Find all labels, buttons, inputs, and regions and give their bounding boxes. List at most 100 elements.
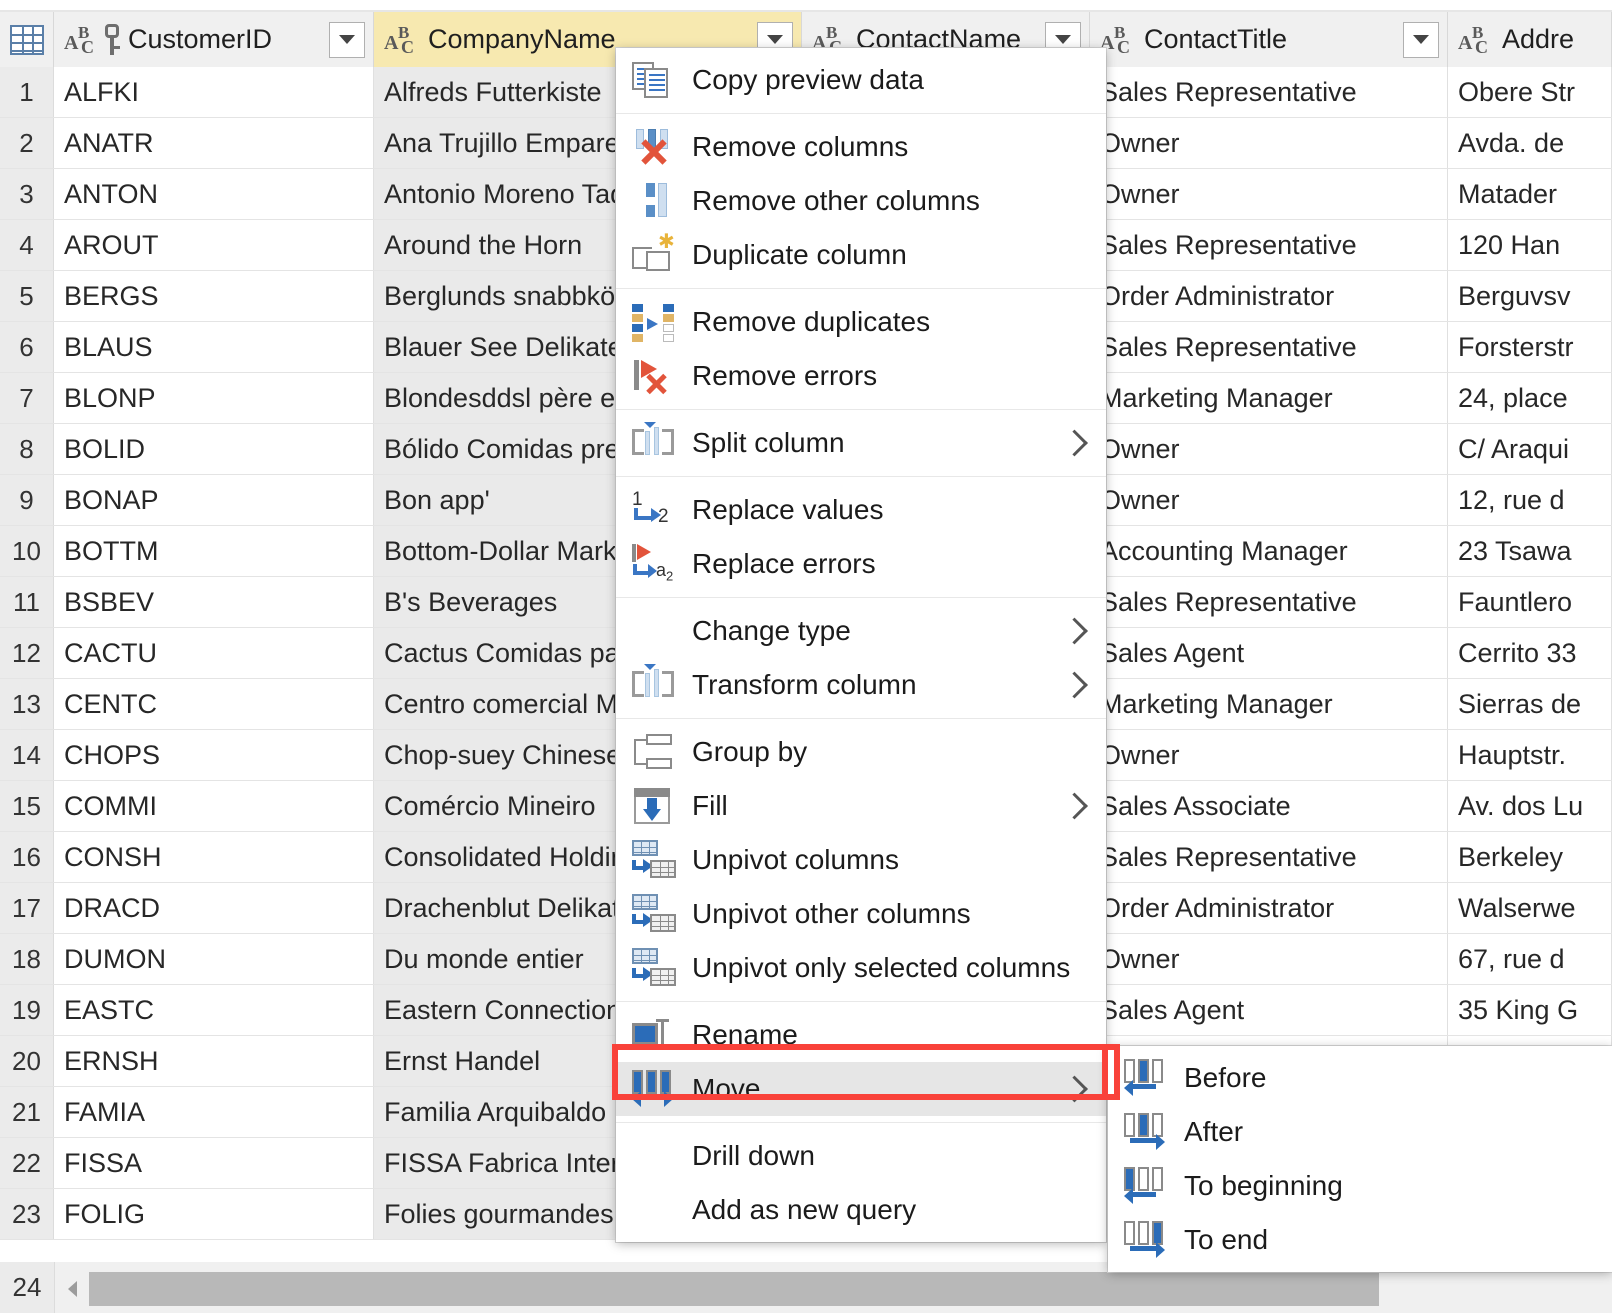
cell-contacttitle[interactable]: Owner [1090, 730, 1448, 780]
row-number[interactable]: 1 [0, 67, 54, 117]
menu-item-remove-duplicates[interactable]: Remove duplicates [616, 295, 1106, 349]
cell-customerid[interactable]: COMMI [54, 781, 374, 831]
cell-address[interactable]: Hauptstr. [1448, 730, 1612, 780]
cell-customerid[interactable]: ANTON [54, 169, 374, 219]
cell-customerid[interactable]: AROUT [54, 220, 374, 270]
row-number[interactable]: 19 [0, 985, 54, 1035]
column-context-menu[interactable]: Copy preview data Remove columns Remove ot… [616, 48, 1106, 1242]
row-number[interactable]: 13 [0, 679, 54, 729]
row-number[interactable]: 4 [0, 220, 54, 270]
menu-item-remove-columns[interactable]: Remove columns [616, 120, 1106, 174]
row-number[interactable]: 3 [0, 169, 54, 219]
cell-contacttitle[interactable]: Owner [1090, 424, 1448, 474]
menu-item-group-by[interactable]: Group by [616, 725, 1106, 779]
cell-customerid[interactable]: ERNSH [54, 1036, 374, 1086]
cell-address[interactable]: Forsterstr [1448, 322, 1612, 372]
cell-contacttitle[interactable]: Sales Agent [1090, 628, 1448, 678]
menu-item-move[interactable]: Move [616, 1062, 1106, 1116]
cell-address[interactable]: Matader [1448, 169, 1612, 219]
menu-item-rename[interactable]: Rename [616, 1008, 1106, 1062]
menu-item-add-as-new-query[interactable]: Add as new query [616, 1183, 1106, 1237]
cell-customerid[interactable]: BOTTM [54, 526, 374, 576]
cell-customerid[interactable]: BLAUS [54, 322, 374, 372]
menu-item-split-column[interactable]: Split column [616, 416, 1106, 470]
scroll-left-button[interactable] [55, 1272, 89, 1306]
cell-contacttitle[interactable]: Owner [1090, 118, 1448, 168]
cell-customerid[interactable]: FOLIG [54, 1189, 374, 1239]
cell-address[interactable]: Berguvsv [1448, 271, 1612, 321]
cell-address[interactable]: 35 King G [1448, 985, 1612, 1035]
cell-customerid[interactable]: ANATR [54, 118, 374, 168]
menu-item-transform-column[interactable]: Transform column [616, 658, 1106, 712]
cell-contacttitle[interactable]: Marketing Manager [1090, 679, 1448, 729]
menu-item-before[interactable]: Before [1108, 1051, 1612, 1105]
row-number[interactable]: 6 [0, 322, 54, 372]
cell-contacttitle[interactable]: Owner [1090, 934, 1448, 984]
row-number[interactable]: 7 [0, 373, 54, 423]
cell-contacttitle[interactable]: Sales Agent [1090, 985, 1448, 1035]
column-header-address[interactable]: ABC Addre [1448, 12, 1612, 67]
cell-contacttitle[interactable]: Owner [1090, 169, 1448, 219]
cell-customerid[interactable]: DUMON [54, 934, 374, 984]
cell-address[interactable]: C/ Araqui [1448, 424, 1612, 474]
menu-item-replace-errors[interactable]: a2 Replace errors [616, 537, 1106, 591]
cell-address[interactable]: Av. dos Lu [1448, 781, 1612, 831]
cell-customerid[interactable]: FAMIA [54, 1087, 374, 1137]
cell-customerid[interactable]: BOLID [54, 424, 374, 474]
cell-customerid[interactable]: FISSA [54, 1138, 374, 1188]
menu-item-after[interactable]: After [1108, 1105, 1612, 1159]
menu-item-drill-down[interactable]: Drill down [616, 1129, 1106, 1183]
menu-item-change-type[interactable]: Change type [616, 604, 1106, 658]
cell-customerid[interactable]: DRACD [54, 883, 374, 933]
menu-item-fill[interactable]: Fill [616, 779, 1106, 833]
cell-customerid[interactable]: ALFKI [54, 67, 374, 117]
cell-customerid[interactable]: BSBEV [54, 577, 374, 627]
menu-item-unpivot-only-selected-columns[interactable]: Unpivot only selected columns [616, 941, 1106, 995]
cell-contacttitle[interactable]: Sales Associate [1090, 781, 1448, 831]
cell-contacttitle[interactable]: Accounting Manager [1090, 526, 1448, 576]
cell-address[interactable]: 12, rue d [1448, 475, 1612, 525]
row-number[interactable]: 22 [0, 1138, 54, 1188]
row-number[interactable]: 21 [0, 1087, 54, 1137]
column-header-customerid[interactable]: ABC CustomerID [54, 12, 374, 67]
row-number[interactable]: 17 [0, 883, 54, 933]
cell-address[interactable]: 23 Tsawa [1448, 526, 1612, 576]
cell-address[interactable]: Cerrito 33 [1448, 628, 1612, 678]
cell-customerid[interactable]: BLONP [54, 373, 374, 423]
cell-contacttitle[interactable]: Owner [1090, 475, 1448, 525]
move-submenu[interactable]: Before After To beginning To end [1108, 1046, 1612, 1272]
row-number[interactable]: 18 [0, 934, 54, 984]
cell-address[interactable]: Berkeley [1448, 832, 1612, 882]
cell-address[interactable]: Avda. de [1448, 118, 1612, 168]
menu-item-duplicate-column[interactable]: ✱ Duplicate column [616, 228, 1106, 282]
filter-dropdown-customerid[interactable] [329, 21, 365, 58]
menu-item-unpivot-columns[interactable]: Unpivot columns [616, 833, 1106, 887]
cell-contacttitle[interactable]: Sales Representative [1090, 220, 1448, 270]
cell-contacttitle[interactable]: Sales Representative [1090, 832, 1448, 882]
menu-item-remove-other-columns[interactable]: Remove other columns [616, 174, 1106, 228]
cell-customerid[interactable]: CACTU [54, 628, 374, 678]
row-number[interactable]: 15 [0, 781, 54, 831]
menu-item-replace-values[interactable]: 1 2 Replace values [616, 483, 1106, 537]
row-number[interactable]: 8 [0, 424, 54, 474]
scrollbar-thumb[interactable] [89, 1272, 1379, 1306]
row-number[interactable]: 5 [0, 271, 54, 321]
cell-customerid[interactable]: EASTC [54, 985, 374, 1035]
row-number[interactable]: 20 [0, 1036, 54, 1086]
cell-contacttitle[interactable]: Marketing Manager [1090, 373, 1448, 423]
menu-item-to-beginning[interactable]: To beginning [1108, 1159, 1612, 1213]
cell-contacttitle[interactable]: Order Administrator [1090, 271, 1448, 321]
menu-item-unpivot-other-columns[interactable]: Unpivot other columns [616, 887, 1106, 941]
row-number[interactable]: 12 [0, 628, 54, 678]
column-header-contacttitle[interactable]: ABC ContactTitle [1090, 12, 1448, 67]
row-number[interactable]: 10 [0, 526, 54, 576]
row-number[interactable]: 9 [0, 475, 54, 525]
row-number[interactable]: 23 [0, 1189, 54, 1239]
menu-item-copy-preview-data[interactable]: Copy preview data [616, 53, 1106, 107]
cell-address[interactable]: 67, rue d [1448, 934, 1612, 984]
cell-address[interactable]: Fauntlero [1448, 577, 1612, 627]
select-all-columns-button[interactable] [0, 12, 54, 67]
cell-contacttitle[interactable]: Sales Representative [1090, 322, 1448, 372]
cell-address[interactable]: 24, place [1448, 373, 1612, 423]
cell-address[interactable]: Obere Str [1448, 67, 1612, 117]
